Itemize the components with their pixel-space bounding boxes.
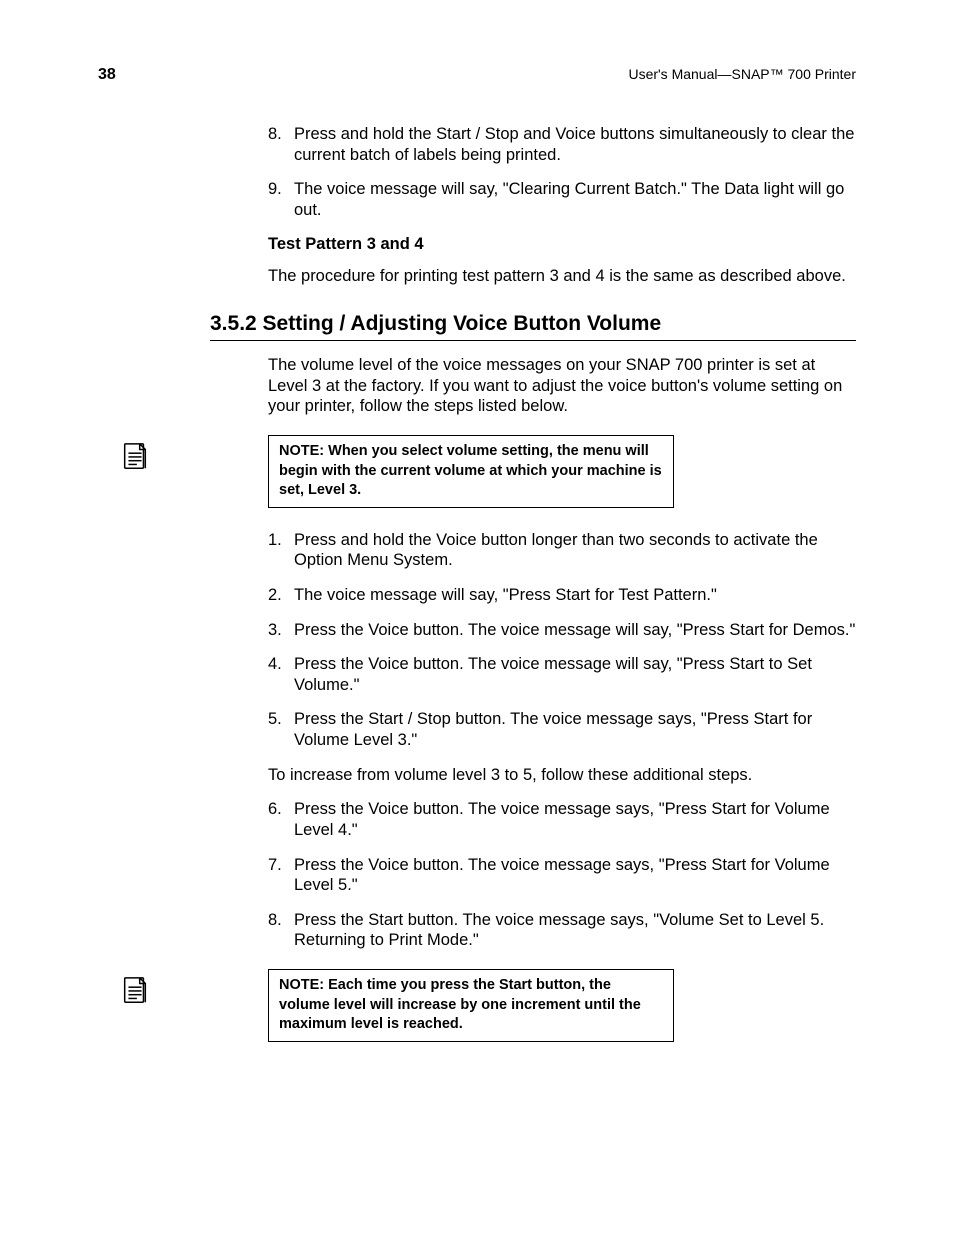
list-number: 1.: [268, 530, 294, 571]
list-number: 8.: [268, 910, 294, 951]
list-text: Press the Voice button. The voice messag…: [294, 855, 856, 896]
list-text: Press and hold the Start / Stop and Voic…: [294, 124, 856, 165]
list-number: 8.: [268, 124, 294, 165]
list-item: 4. Press the Voice button. The voice mes…: [268, 654, 856, 695]
page-header: 38 User's Manual—SNAP™ 700 Printer: [98, 66, 856, 84]
steps-block-1: 1. Press and hold the Voice button longe…: [268, 530, 856, 951]
list-item: 1. Press and hold the Voice button longe…: [268, 530, 856, 571]
list-text: Press the Voice button. The voice messag…: [294, 620, 856, 641]
list-item: 7. Press the Voice button. The voice mes…: [268, 855, 856, 896]
list-text: The voice message will say, "Press Start…: [294, 585, 856, 606]
list-text: Press and hold the Voice button longer t…: [294, 530, 856, 571]
page-number: 38: [98, 66, 116, 84]
paragraph: The volume level of the voice messages o…: [268, 355, 856, 417]
list-number: 7.: [268, 855, 294, 896]
note-row-2: NOTE: Each time you press the Start butt…: [98, 969, 856, 1042]
list-number: 5.: [268, 709, 294, 750]
list-number: 9.: [268, 179, 294, 220]
note-box: NOTE: When you select volume setting, th…: [268, 435, 674, 508]
list-number: 3.: [268, 620, 294, 641]
list-number: 6.: [268, 799, 294, 840]
list-number: 2.: [268, 585, 294, 606]
note-icon: [102, 969, 168, 1005]
list-text: Press the Voice button. The voice messag…: [294, 654, 856, 695]
ordered-list-steps: 1. Press and hold the Voice button longe…: [268, 530, 856, 751]
list-item: 2. The voice message will say, "Press St…: [268, 585, 856, 606]
list-text: Press the Start button. The voice messag…: [294, 910, 856, 951]
list-item: 5. Press the Start / Stop button. The vo…: [268, 709, 856, 750]
section-heading-352: 3.5.2 Setting / Adjusting Voice Button V…: [210, 312, 856, 341]
list-number: 4.: [268, 654, 294, 695]
top-list-block: 8. Press and hold the Start / Stop and V…: [268, 124, 856, 286]
subheading-test-pattern: Test Pattern 3 and 4: [268, 235, 856, 254]
note-row-1: NOTE: When you select volume setting, th…: [98, 435, 856, 508]
ordered-list-top: 8. Press and hold the Start / Stop and V…: [268, 124, 856, 221]
ordered-list-steps-2: 6. Press the Voice button. The voice mes…: [268, 799, 856, 951]
note-box: NOTE: Each time you press the Start butt…: [268, 969, 674, 1042]
list-text: The voice message will say, "Clearing Cu…: [294, 179, 856, 220]
list-item: 9. The voice message will say, "Clearing…: [268, 179, 856, 220]
list-item: 8. Press and hold the Start / Stop and V…: [268, 124, 856, 165]
page: 38 User's Manual—SNAP™ 700 Printer 8. Pr…: [0, 0, 954, 1235]
list-text: Press the Start / Stop button. The voice…: [294, 709, 856, 750]
section-intro-block: The volume level of the voice messages o…: [268, 355, 856, 417]
list-item: 3. Press the Voice button. The voice mes…: [268, 620, 856, 641]
list-item: 8. Press the Start button. The voice mes…: [268, 910, 856, 951]
list-item: 6. Press the Voice button. The voice mes…: [268, 799, 856, 840]
doc-title: User's Manual—SNAP™ 700 Printer: [628, 66, 856, 82]
note-icon: [102, 435, 168, 471]
paragraph: The procedure for printing test pattern …: [268, 266, 856, 287]
list-text: Press the Voice button. The voice messag…: [294, 799, 856, 840]
paragraph: To increase from volume level 3 to 5, fo…: [268, 765, 856, 786]
